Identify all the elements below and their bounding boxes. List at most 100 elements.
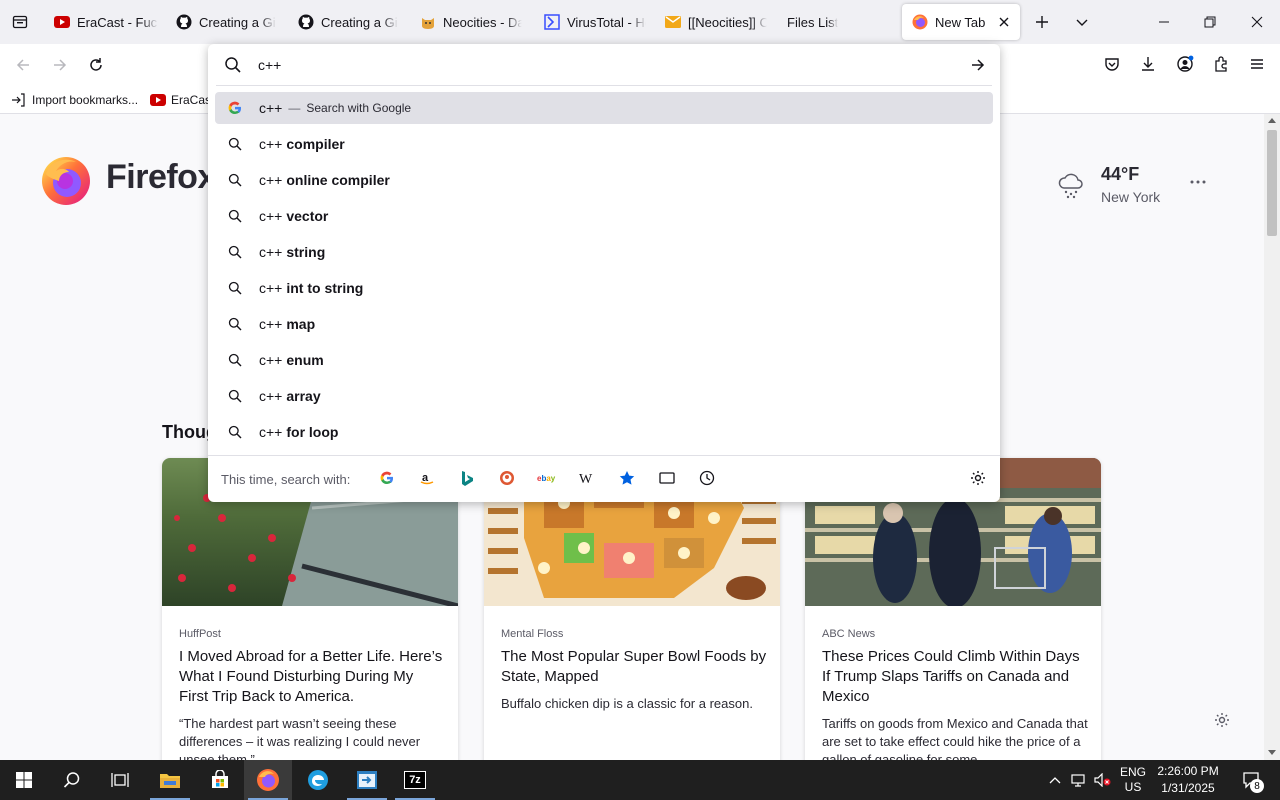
minimize-button[interactable] — [1141, 0, 1187, 44]
store-icon[interactable] — [196, 760, 244, 800]
suggestion-completion: enum — [286, 352, 324, 368]
suggestion-query: c++ — [259, 136, 283, 152]
action-center-icon[interactable]: 8 — [1232, 760, 1272, 800]
forward-button[interactable] — [45, 50, 75, 80]
bookmark-eracast[interactable]: EraCast — [150, 86, 214, 114]
google-icon[interactable] — [376, 467, 398, 489]
page-scrollbar[interactable] — [1264, 114, 1280, 760]
tabs-icon[interactable] — [656, 467, 678, 489]
pocket-icon[interactable] — [1097, 49, 1127, 79]
app-icon[interactable] — [343, 760, 391, 800]
close-window-button[interactable] — [1234, 0, 1280, 44]
weather-temp: 44°F — [1101, 164, 1140, 184]
lang-code: ENG — [1119, 765, 1146, 779]
network-icon[interactable] — [1068, 760, 1090, 800]
suggestion-search-google[interactable]: c++ — Search with Google — [215, 92, 993, 124]
suggestion-item[interactable]: c++ string — [215, 236, 993, 268]
mail-icon — [665, 14, 681, 30]
back-button[interactable] — [8, 50, 38, 80]
scroll-down-arrow[interactable] — [1268, 750, 1276, 755]
svg-text:ebay: ebay — [537, 474, 556, 483]
downloads-icon[interactable] — [1133, 49, 1163, 79]
firefox-icon[interactable] — [244, 760, 292, 800]
tab-virustotal[interactable]: VirusTotal - Ho — [544, 4, 646, 40]
account-icon[interactable] — [1170, 49, 1200, 79]
list-all-tabs-button[interactable] — [1070, 10, 1094, 34]
suggestion-item[interactable]: c++ online compiler — [215, 164, 993, 196]
tab-label: EraCast - Fucky — [77, 14, 158, 30]
weather-city: New York — [1101, 189, 1161, 205]
story-card[interactable]: HuffPost I Moved Abroad for a Better Lif… — [162, 458, 458, 760]
scroll-up-arrow[interactable] — [1268, 118, 1276, 123]
restore-button[interactable] — [1187, 0, 1233, 44]
search-icon[interactable] — [48, 760, 96, 800]
divider — [208, 455, 1000, 456]
tab-neocities-mail[interactable]: [[Neocities]] Co — [665, 4, 767, 40]
brand-wordmark: Firefox — [106, 158, 216, 196]
clock[interactable]: 2:26:00 PM 1/31/2025 — [1152, 760, 1224, 800]
suggestion-item[interactable]: c++ enum — [215, 344, 993, 376]
search-icon — [227, 244, 243, 260]
bookmarks-star-icon[interactable] — [616, 467, 638, 489]
suggestion-completion: for loop — [286, 424, 339, 440]
firefox-view-icon[interactable] — [8, 10, 32, 34]
windows-start-icon[interactable] — [0, 760, 48, 800]
history-icon[interactable] — [696, 467, 718, 489]
suggestion-item[interactable]: c++ compiler — [215, 128, 993, 160]
scrollbar-thumb[interactable] — [1267, 130, 1277, 236]
close-tab-icon[interactable] — [996, 14, 1012, 30]
go-arrow-icon[interactable] — [968, 55, 988, 75]
suggestion-completion: string — [286, 244, 326, 260]
duckduckgo-icon[interactable] — [496, 467, 518, 489]
suggestion-query: c++ — [259, 316, 283, 332]
show-hidden-icons-icon[interactable] — [1044, 760, 1066, 800]
url-input[interactable] — [258, 54, 958, 76]
customize-gear-icon[interactable] — [1212, 710, 1232, 730]
tab-label: Creating a GitH — [321, 14, 398, 30]
tab-eracast[interactable]: EraCast - Fucky — [54, 4, 158, 40]
tab-label: [[Neocities]] Co — [688, 14, 767, 30]
volume-muted-icon[interactable] — [1092, 760, 1114, 800]
bookmark-import[interactable]: Import bookmarks... — [10, 86, 138, 114]
story-card[interactable]: Mental Floss The Most Popular Super Bowl… — [484, 458, 780, 760]
new-tab-button[interactable] — [1030, 10, 1054, 34]
ebay-icon[interactable]: ebay — [536, 467, 558, 489]
snow-cloud-icon — [1056, 170, 1086, 200]
suggestion-item[interactable]: c++ map — [215, 308, 993, 340]
youtube-icon — [54, 14, 70, 30]
amazon-icon[interactable]: a — [416, 467, 438, 489]
search-icon — [227, 316, 243, 332]
bing-icon[interactable] — [456, 467, 478, 489]
suggestion-item[interactable]: c++ int to string — [215, 272, 993, 304]
suggestion-query: c++ — [259, 424, 283, 440]
tab-github-1[interactable]: Creating a GitH — [176, 4, 276, 40]
suggestion-item[interactable]: c++ for loop — [215, 416, 993, 448]
story-card[interactable]: ABC News These Prices Could Climb Within… — [805, 458, 1101, 760]
region-code: US — [1124, 780, 1142, 794]
tab-new-tab[interactable]: New Tab — [902, 4, 1020, 40]
suggestion-item[interactable]: c++ array — [215, 380, 993, 412]
7zip-icon[interactable]: 7z — [391, 760, 439, 800]
reload-button[interactable] — [81, 50, 111, 80]
search-settings-gear-icon[interactable] — [968, 468, 988, 488]
suggestion-completion: compiler — [286, 136, 345, 152]
firefox-logo — [40, 154, 92, 206]
extensions-icon[interactable] — [1206, 49, 1236, 79]
github-icon — [298, 14, 314, 30]
tab-neocities[interactable]: Neocities - Das — [420, 4, 522, 40]
input-language[interactable]: ENG US — [1116, 760, 1150, 800]
github-icon — [176, 14, 192, 30]
svg-text:W: W — [579, 472, 593, 485]
wikipedia-icon[interactable]: W — [576, 467, 598, 489]
menu-icon[interactable] — [1242, 49, 1272, 79]
file-explorer-icon[interactable] — [146, 760, 194, 800]
weather-more-icon[interactable] — [1186, 174, 1210, 190]
tab-github-2[interactable]: Creating a GitH — [298, 4, 398, 40]
edge-icon[interactable] — [294, 760, 342, 800]
tab-label: Neocities - Das — [443, 14, 522, 30]
suggestion-query: c++ — [259, 352, 283, 368]
bookmark-label: Import bookmarks... — [32, 93, 139, 107]
suggestion-item[interactable]: c++ vector — [215, 200, 993, 232]
task-view-icon[interactable] — [96, 760, 144, 800]
tab-files-list[interactable]: Files List — [787, 4, 877, 40]
